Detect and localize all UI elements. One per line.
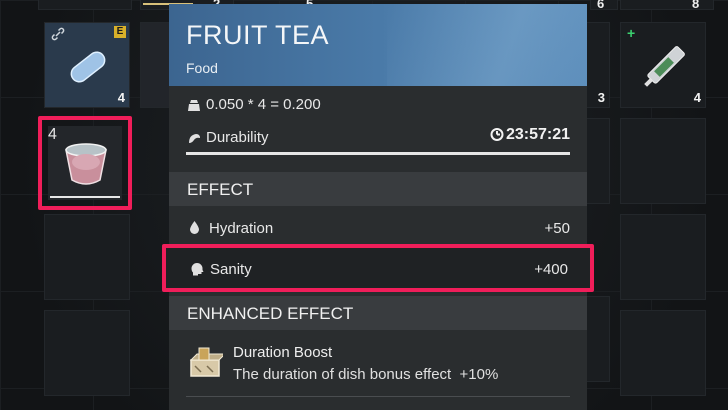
inventory-slot[interactable] xyxy=(620,0,714,10)
inventory-slot[interactable]: 3 xyxy=(586,22,610,108)
divider xyxy=(186,396,570,397)
effect-value: +50 xyxy=(544,220,570,237)
durability-label: Durability xyxy=(206,129,269,146)
capsule-icon xyxy=(65,47,111,92)
inventory-slot[interactable] xyxy=(586,296,610,382)
enhanced-description-text: The duration of dish bonus effect xyxy=(233,366,452,383)
plus-icon: + xyxy=(627,25,636,41)
slot-count: 4 xyxy=(693,90,701,105)
boost-crate-icon xyxy=(187,344,227,385)
timer: 23:57:21 xyxy=(490,126,570,146)
durability-row: Durability 23:57:21 xyxy=(169,122,587,162)
slot-count: 4 xyxy=(48,126,57,143)
item-title: FRUIT TEA xyxy=(186,20,330,50)
item-tooltip: FRUIT TEA Food 0.050 * 4 = 0.200 Durabil… xyxy=(169,4,587,410)
effect-row-sanity: Sanity +400 xyxy=(162,244,594,292)
durability-bar xyxy=(50,196,120,198)
slot-count: 8 xyxy=(692,0,700,11)
enhanced-value: +10% xyxy=(459,366,499,383)
weight-icon xyxy=(187,98,201,117)
inventory-slot[interactable] xyxy=(44,310,130,396)
selected-slot-fruit-tea[interactable]: 4 xyxy=(38,116,132,210)
effect-row-hydration: Hydration +50 xyxy=(169,208,587,248)
inventory-slot[interactable] xyxy=(140,22,170,108)
slot-count: 4 xyxy=(117,90,125,105)
enhanced-title: Duration Boost xyxy=(233,344,333,361)
inventory-slot[interactable] xyxy=(44,214,130,300)
inventory-slot[interactable] xyxy=(586,118,610,204)
clock-icon xyxy=(490,127,504,146)
durability-bar xyxy=(186,152,570,155)
effect-header-label: EFFECT xyxy=(187,180,254,199)
enhanced-header-label: ENHANCED EFFECT xyxy=(187,304,354,323)
equipped-badge: E xyxy=(114,26,126,38)
inventory-slot[interactable] xyxy=(620,214,706,300)
water-drop-icon xyxy=(189,220,200,239)
inventory-slot[interactable] xyxy=(620,118,706,204)
link-icon xyxy=(51,27,65,46)
effect-header: EFFECT xyxy=(169,172,587,206)
effect-label: Hydration xyxy=(209,220,274,237)
slot-count: 3 xyxy=(597,90,605,105)
item-category: Food xyxy=(186,60,218,76)
tooltip-header: FRUIT TEA Food xyxy=(169,4,587,86)
slot-count: 6 xyxy=(597,0,605,11)
inventory-slot[interactable] xyxy=(620,310,706,396)
fruit-tea-cup-icon xyxy=(60,140,112,195)
enhanced-description: The duration of dish bonus effect +10% xyxy=(233,366,498,383)
inventory-slot-syringe[interactable]: + 4 xyxy=(620,22,706,108)
inventory-slot[interactable] xyxy=(38,0,132,10)
durability-icon xyxy=(187,131,202,151)
weight-value: 0.050 * 4 = 0.200 xyxy=(206,96,321,113)
head-icon xyxy=(190,262,204,281)
enhanced-effect-header: ENHANCED EFFECT xyxy=(169,296,587,330)
inventory-slot-capsule[interactable]: E 4 xyxy=(44,22,130,108)
effect-label: Sanity xyxy=(210,261,252,278)
syringe-icon xyxy=(639,39,689,100)
enhanced-effect-row: Duration Boost The duration of dish bonu… xyxy=(169,328,587,398)
weight-row: 0.050 * 4 = 0.200 xyxy=(169,90,587,118)
timer-value: 23:57:21 xyxy=(505,126,570,143)
effect-value: +400 xyxy=(534,261,568,278)
